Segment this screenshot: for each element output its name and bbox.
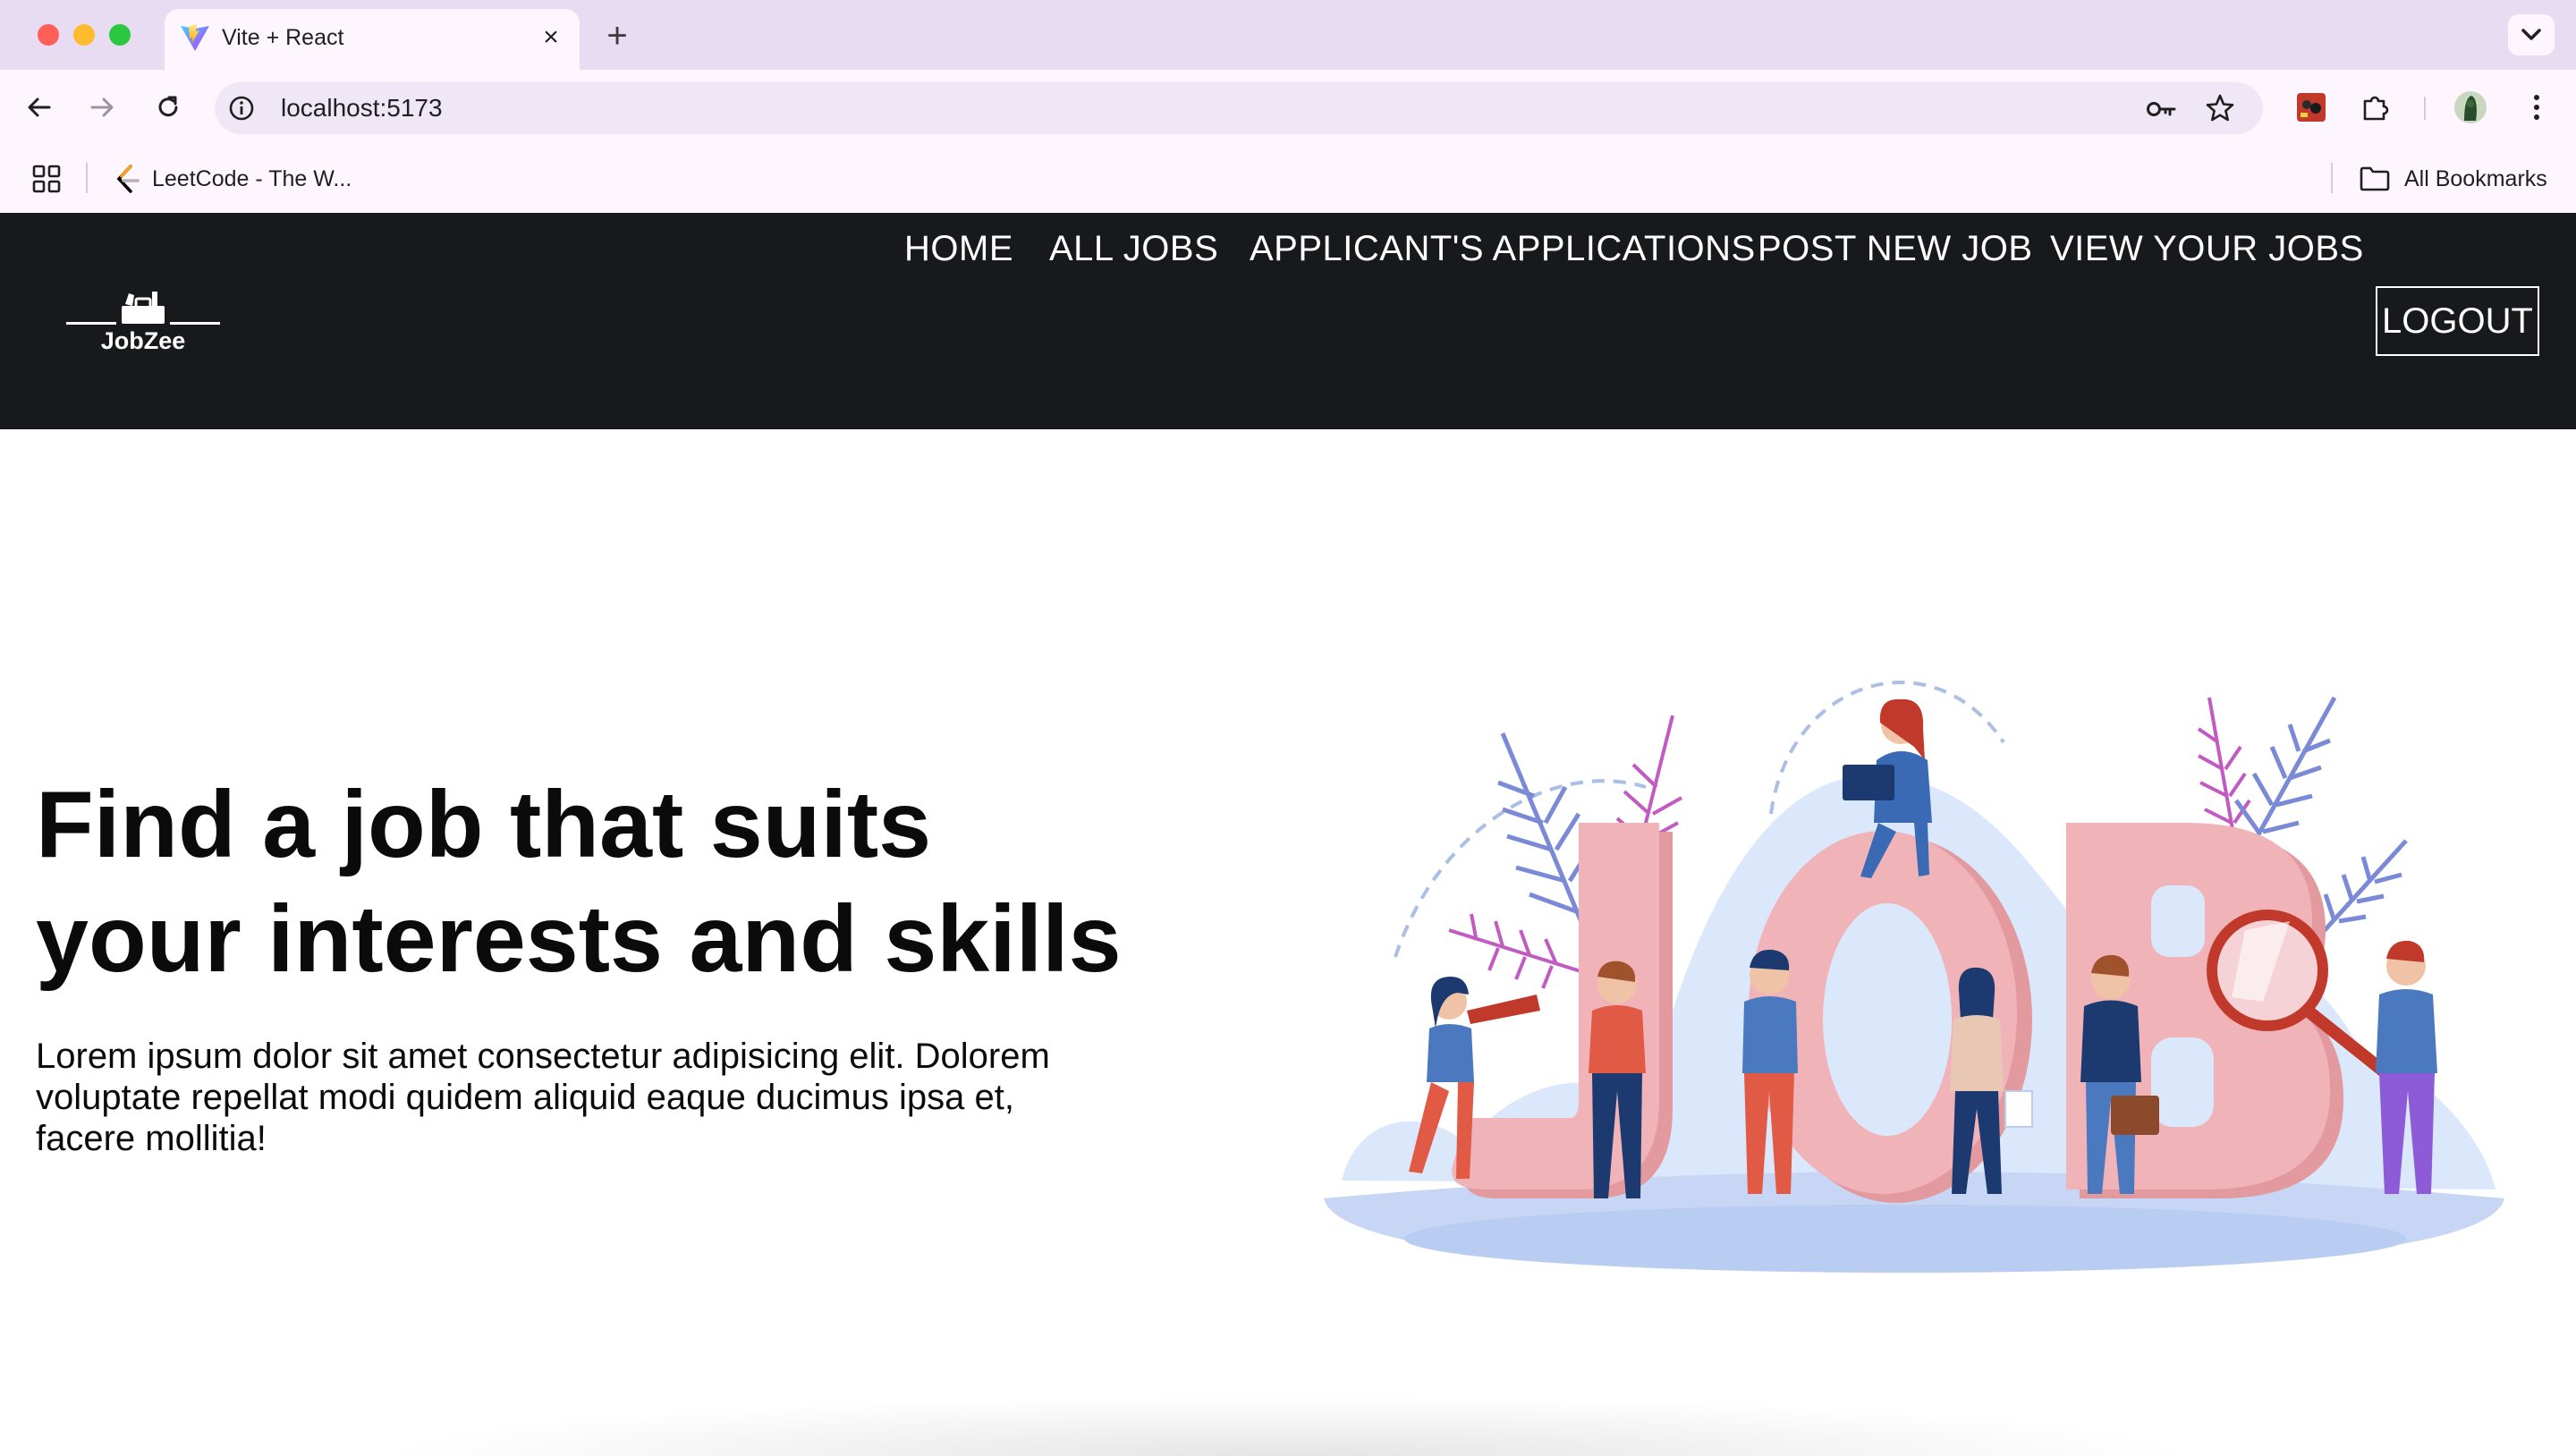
bookmark-item-leetcode[interactable]: LeetCode - The W... — [114, 161, 352, 197]
close-icon[interactable]: × — [535, 21, 567, 54]
zoom-window-button[interactable] — [109, 24, 131, 46]
bookmarks-bar: LeetCode - The W... All Bookmarks — [0, 145, 2576, 213]
close-window-button[interactable] — [38, 24, 59, 46]
back-button[interactable] — [18, 86, 61, 129]
extension-badge-icon — [2297, 93, 2326, 122]
briefcase-logo-icon — [66, 292, 220, 325]
logout-button[interactable]: LOGOUT — [2376, 286, 2539, 356]
all-bookmarks-label: All Bookmarks — [2404, 165, 2547, 191]
browser-tab[interactable]: Vite + React × — [165, 9, 580, 70]
bookmarks-divider — [2331, 163, 2333, 193]
forward-button[interactable] — [80, 86, 123, 129]
avatar — [2454, 91, 2487, 123]
reload-icon — [158, 96, 178, 117]
profile-button[interactable] — [2453, 89, 2488, 125]
nav-all-jobs[interactable]: ALL JOBS — [1049, 213, 1218, 284]
arrow-left-icon — [28, 97, 51, 117]
vite-logo-icon — [181, 24, 209, 51]
extensions-button[interactable] — [2358, 89, 2394, 125]
folder-icon — [2360, 166, 2390, 191]
bookmark-star-icon[interactable] — [2204, 92, 2236, 124]
logo-text: JobZee — [100, 327, 186, 354]
puzzle-icon — [2363, 96, 2389, 121]
chevron-down-icon — [2521, 29, 2541, 40]
nav-post-new-job[interactable]: POST NEW JOB — [1758, 213, 2033, 284]
site-navbar: JobZee HOME ALL JOBS APPLICANT'S APPLICA… — [0, 213, 2576, 429]
minimize-window-button[interactable] — [73, 24, 95, 46]
extension-button[interactable] — [2293, 89, 2329, 125]
password-key-icon[interactable] — [2145, 93, 2177, 125]
hero-title: Find a job that suits your interests and… — [36, 767, 1145, 996]
address-bar[interactable]: localhost:5173 — [215, 82, 2263, 134]
toolbar-divider — [2424, 97, 2426, 120]
hero-description: Lorem ipsum dolor sit amet consectetur a… — [36, 1037, 1050, 1158]
new-tab-button[interactable]: + — [597, 16, 637, 55]
all-bookmarks-button[interactable]: All Bookmarks — [2360, 161, 2547, 197]
hero-title-line-2: your interests and skills — [36, 886, 1122, 992]
bookmarks-divider — [86, 163, 88, 193]
jobzee-logo[interactable]: JobZee — [66, 284, 220, 361]
hero-title-line-1: Find a job that suits — [36, 772, 932, 877]
section-divider-shadow — [376, 1395, 2200, 1456]
nav-applicants-applications[interactable]: APPLICANT'S APPLICATIONS — [1250, 213, 1756, 284]
browser-tab-bar: Vite + React × + — [0, 0, 2576, 70]
reload-button[interactable] — [147, 86, 190, 129]
leetcode-icon — [116, 165, 140, 193]
apps-grid-icon[interactable] — [30, 163, 63, 195]
bookmark-label: LeetCode - The W... — [152, 165, 352, 191]
tab-title: Vite + React — [222, 25, 344, 50]
browser-menu-button[interactable] — [2519, 89, 2555, 125]
site-info-icon[interactable] — [227, 94, 256, 123]
nav-view-your-jobs[interactable]: VIEW YOUR JOBS — [2050, 213, 2364, 284]
more-vertical-icon — [2534, 95, 2539, 120]
url-text: localhost:5173 — [281, 94, 443, 122]
arrow-right-icon — [90, 97, 114, 117]
job-search-illustration — [1324, 681, 2504, 1273]
nav-home[interactable]: HOME — [904, 213, 1013, 284]
tab-search-button[interactable] — [2508, 14, 2555, 55]
browser-toolbar: localhost:5173 — [0, 70, 2576, 145]
